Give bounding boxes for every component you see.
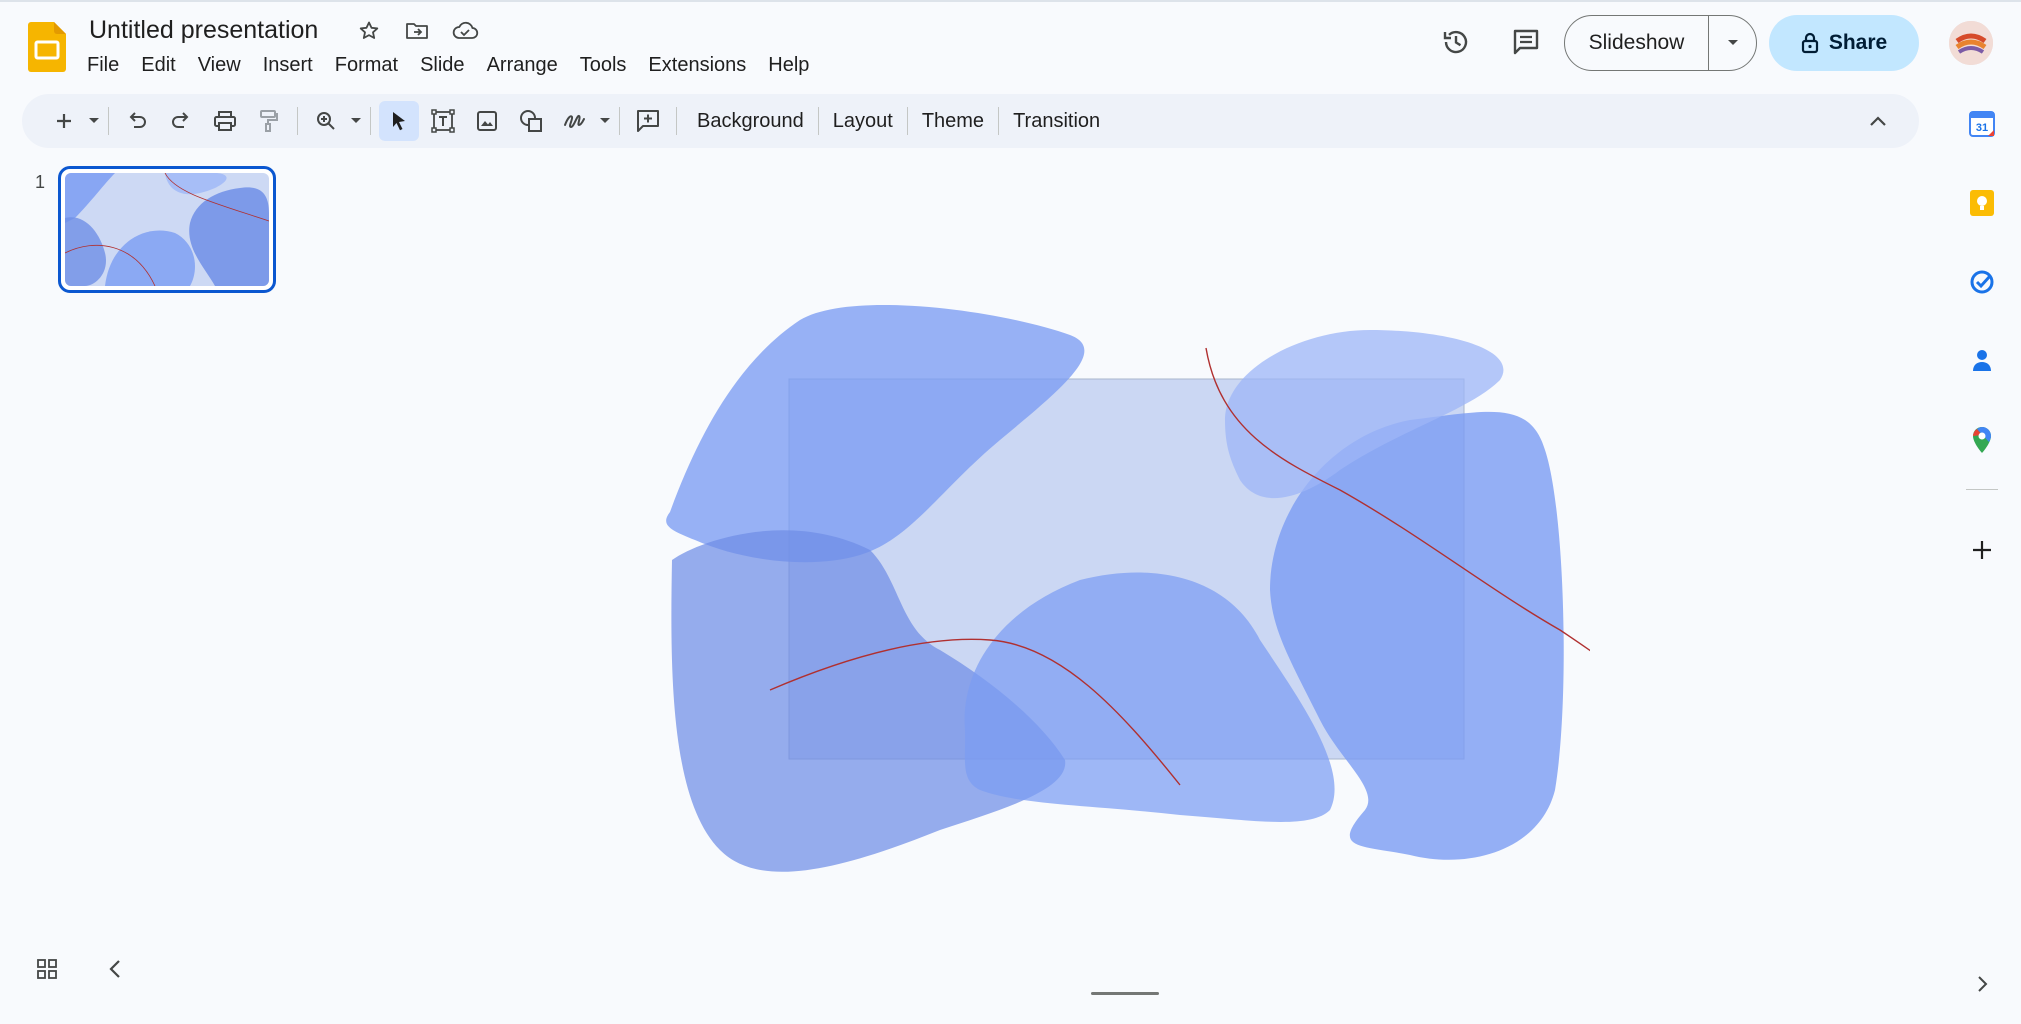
zoom-dropdown[interactable] (348, 101, 364, 141)
zoom-button[interactable] (306, 101, 346, 141)
grid-view-icon[interactable] (36, 958, 58, 985)
slides-logo-icon[interactable] (28, 22, 66, 72)
shapes-icon (520, 110, 542, 132)
zoom-icon (317, 112, 335, 130)
menu-bar: File Edit View Insert Format Slide Arran… (76, 52, 820, 79)
menu-help[interactable]: Help (757, 52, 820, 79)
menu-arrange[interactable]: Arrange (476, 52, 569, 79)
toolbar-divider (370, 107, 371, 135)
print-icon (214, 111, 236, 131)
paint-format-button[interactable] (249, 101, 289, 141)
insert-image-button[interactable] (467, 101, 507, 141)
redo-button[interactable] (161, 101, 201, 141)
side-panel-divider (1966, 489, 1998, 490)
plus-icon (57, 114, 71, 128)
layout-button[interactable]: Layout (819, 101, 907, 141)
avatar[interactable] (1949, 21, 1993, 65)
chevron-up-icon (1870, 116, 1886, 126)
new-slide-button[interactable] (44, 101, 84, 141)
slide-number: 1 (35, 172, 46, 192)
scribble-icon (564, 114, 585, 129)
collapse-filmstrip-icon[interactable] (108, 958, 122, 985)
new-slide-dropdown[interactable] (86, 101, 102, 141)
comment-icon[interactable] (1500, 16, 1552, 68)
slideshow-button-group: Slideshow (1564, 15, 1757, 71)
menu-view[interactable]: View (187, 52, 252, 79)
menu-edit[interactable]: Edit (130, 52, 186, 79)
slideshow-button[interactable]: Slideshow (1565, 16, 1709, 70)
undo-icon (129, 112, 146, 128)
speaker-notes-handle[interactable] (1091, 992, 1159, 995)
add-comment-icon (637, 110, 659, 132)
toolbar-divider (676, 107, 677, 135)
toolbar-divider (619, 107, 620, 135)
paint-roller-icon (260, 110, 278, 132)
lock-icon (1801, 32, 1818, 54)
document-title[interactable]: Untitled presentation (85, 14, 322, 47)
share-button[interactable]: Share (1769, 15, 1919, 71)
add-comment-button[interactable] (628, 101, 668, 141)
redo-icon (172, 112, 189, 128)
caret-down-icon (89, 118, 99, 123)
contacts-icon[interactable] (1962, 341, 2002, 381)
menu-slide[interactable]: Slide (409, 52, 475, 79)
toolbar-divider (297, 107, 298, 135)
caret-down-icon (1727, 40, 1738, 45)
transition-button[interactable]: Transition (999, 101, 1114, 141)
maps-icon[interactable] (1962, 420, 2002, 460)
line-tool-button[interactable] (555, 101, 595, 141)
caret-down-icon (351, 118, 361, 123)
toolbar-divider (108, 107, 109, 135)
menu-tools[interactable]: Tools (569, 52, 638, 79)
get-addons-icon[interactable] (1962, 530, 2002, 570)
slide-canvas[interactable] (640, 250, 1766, 981)
text-box-icon (431, 109, 455, 133)
slideshow-dropdown-button[interactable] (1709, 16, 1756, 70)
undo-button[interactable] (117, 101, 157, 141)
text-box-button[interactable] (423, 101, 463, 141)
menu-file[interactable]: File (76, 52, 130, 79)
main-toolbar: Background Layout Theme Transition (22, 94, 1919, 148)
window-top-edge (0, 0, 2021, 2)
select-tool-button[interactable] (379, 101, 419, 141)
image-icon (477, 111, 497, 131)
folder-move-icon[interactable] (402, 16, 432, 46)
background-button[interactable]: Background (683, 101, 818, 141)
expand-side-panel-icon[interactable] (1970, 972, 1994, 996)
keep-icon[interactable] (1962, 183, 2002, 223)
slide-thumbnail[interactable] (58, 166, 276, 293)
calendar-icon[interactable]: 31 (1962, 104, 2002, 144)
cursor-icon (393, 112, 405, 131)
menu-extensions[interactable]: Extensions (637, 52, 757, 79)
svg-text:31: 31 (1976, 122, 1988, 134)
star-icon[interactable] (354, 16, 384, 46)
menu-insert[interactable]: Insert (252, 52, 324, 79)
menu-format[interactable]: Format (324, 52, 409, 79)
history-icon[interactable] (1430, 16, 1482, 68)
caret-down-icon (600, 118, 610, 123)
line-tool-dropdown[interactable] (597, 101, 613, 141)
tasks-icon[interactable] (1962, 262, 2002, 302)
print-button[interactable] (205, 101, 245, 141)
theme-button[interactable]: Theme (908, 101, 998, 141)
cloud-saved-icon[interactable] (450, 16, 480, 46)
side-panel: 31 (1958, 104, 2006, 609)
shape-button[interactable] (511, 101, 551, 141)
collapse-menus-button[interactable] (1863, 106, 1893, 136)
share-label: Share (1828, 31, 1888, 54)
